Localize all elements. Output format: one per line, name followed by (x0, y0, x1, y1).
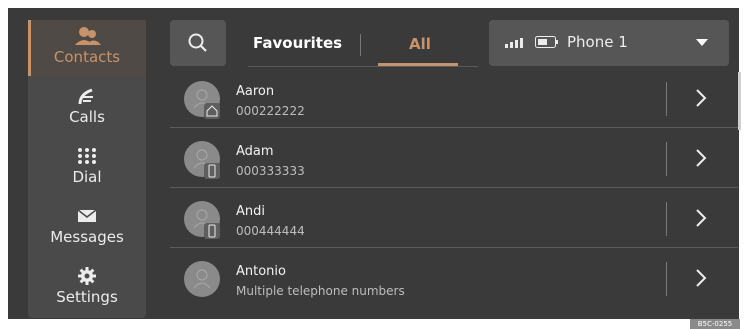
contact-number: Multiple telephone numbers (236, 284, 405, 298)
row-separator (170, 127, 738, 128)
row-divider (666, 202, 667, 236)
sidebar-item-dial[interactable]: Dial (28, 140, 146, 196)
phone-name: Phone 1 (567, 33, 628, 51)
sidebar: Contacts Calls Dial Messages Settings (28, 20, 146, 318)
gear-icon (78, 267, 96, 285)
chevron-right-icon[interactable] (694, 88, 708, 108)
list-item[interactable]: Antonio Multiple telephone numbers (170, 250, 738, 308)
mobile-icon (204, 223, 220, 239)
sidebar-item-contacts[interactable]: Contacts (28, 20, 146, 76)
sidebar-item-label: Messages (50, 228, 124, 246)
avatar (184, 141, 220, 179)
sidebar-item-label: Dial (72, 168, 102, 186)
avatar (184, 261, 220, 297)
list-item[interactable]: Aaron 000222222 (170, 70, 738, 128)
envelope-icon (77, 209, 97, 222)
row-divider (666, 142, 667, 176)
contact-number: 000222222 (236, 104, 305, 118)
contact-name: Antonio (236, 264, 286, 279)
contact-list: Aaron 000222222 Adam 000333333 Andi 0004… (170, 70, 738, 318)
infotainment-screen: Contacts Calls Dial Messages Settings Fa… (8, 8, 741, 319)
sidebar-item-settings[interactable]: Settings (28, 260, 146, 316)
contact-name: Adam (236, 144, 274, 159)
battery-icon (535, 36, 558, 48)
contact-number: 000333333 (236, 164, 305, 178)
sidebar-item-label: Contacts (53, 48, 121, 66)
avatar (184, 201, 220, 239)
list-item[interactable]: Andi 000444444 (170, 190, 738, 248)
avatar (184, 81, 220, 119)
tab-all[interactable]: All (381, 35, 459, 53)
chevron-right-icon[interactable] (694, 268, 708, 288)
sidebar-item-messages[interactable]: Messages (28, 200, 146, 256)
active-tab-underline (378, 63, 458, 66)
chevron-right-icon[interactable] (694, 208, 708, 228)
mobile-icon (204, 163, 220, 179)
person-icon (193, 269, 211, 289)
row-divider (666, 82, 667, 116)
sidebar-item-label: Calls (69, 108, 105, 126)
contacts-icon (75, 27, 101, 45)
row-separator (170, 247, 738, 248)
contact-name: Aaron (236, 84, 275, 99)
contact-name: Andi (236, 204, 265, 219)
home-icon (204, 103, 220, 119)
signal-strength-icon (505, 38, 523, 48)
search-button[interactable] (170, 20, 226, 66)
list-item[interactable]: Adam 000333333 (170, 130, 738, 188)
calls-icon (78, 88, 93, 105)
sidebar-item-calls[interactable]: Calls (28, 80, 146, 136)
chevron-down-icon (696, 39, 708, 46)
chevron-right-icon[interactable] (694, 148, 708, 168)
tab-favourites[interactable]: Favourites (253, 34, 342, 52)
dialpad-icon (78, 148, 96, 164)
figure-tag: B5C-0255 (690, 319, 740, 329)
tab-divider-line (248, 66, 478, 67)
row-divider (666, 262, 667, 296)
search-icon (188, 33, 207, 52)
sidebar-item-label: Settings (56, 288, 118, 306)
scrollbar[interactable] (738, 72, 741, 130)
row-separator (170, 187, 738, 188)
phone-selector-dropdown[interactable]: Phone 1 (489, 20, 729, 66)
tab-separator (360, 34, 361, 56)
contact-number: 000444444 (236, 224, 305, 238)
